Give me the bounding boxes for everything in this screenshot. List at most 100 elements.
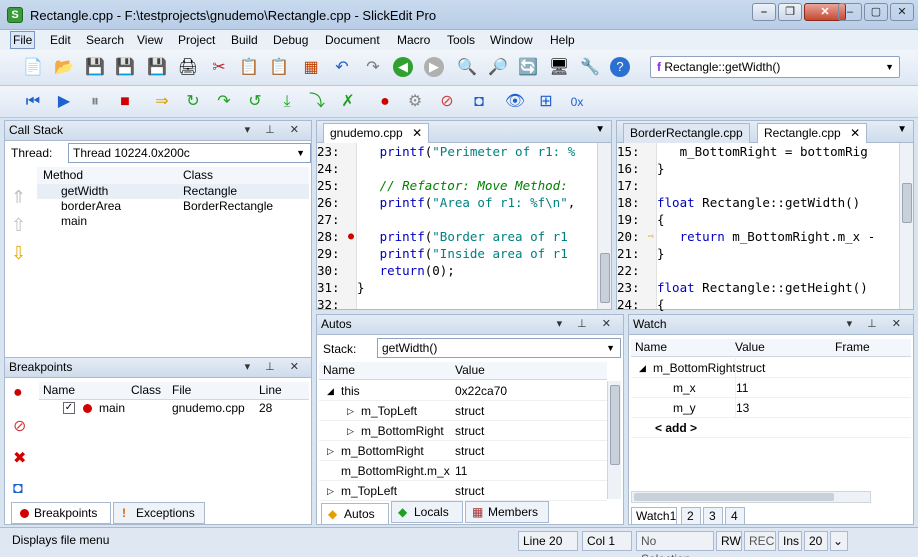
status-ins[interactable]: Ins xyxy=(778,531,802,551)
col-class[interactable]: Class xyxy=(183,167,213,184)
scrollbar-thumb[interactable] xyxy=(600,253,610,303)
breakpoint-row[interactable]: ✓ main gnudemo.cpp 28 xyxy=(39,400,309,416)
stack-row[interactable]: getWidth Rectangle xyxy=(37,184,309,199)
expanded-icon[interactable]: ◢ xyxy=(639,358,646,378)
code-line[interactable]: 30: return(0); xyxy=(317,262,597,279)
tab-watch3[interactable]: 3 xyxy=(703,507,723,525)
code-line[interactable]: 15: m_BottomRight = bottomRig xyxy=(617,143,899,160)
close-tab-icon[interactable]: ✕ xyxy=(412,126,422,140)
minimize-button[interactable]: ⎯ xyxy=(752,3,776,21)
clear-breakpoints-icon[interactable]: ✗ xyxy=(337,91,359,113)
tab-watch1[interactable]: Watch1 xyxy=(631,507,677,525)
watch-row[interactable]: m_y 13 xyxy=(631,398,911,418)
scrollbar-thumb[interactable] xyxy=(610,385,620,465)
find-in-files-icon[interactable]: 🔎 xyxy=(487,57,509,79)
menu-view[interactable]: View xyxy=(137,33,163,47)
menu-help[interactable]: Help xyxy=(550,33,575,47)
status-menu-icon[interactable]: ⌄ xyxy=(830,531,848,551)
add-watch-button[interactable]: < add > xyxy=(655,418,697,438)
chevron-down-icon[interactable]: ▼ xyxy=(595,124,605,135)
menu-build[interactable]: Build xyxy=(231,33,258,47)
tab-exceptions[interactable]: ! Exceptions xyxy=(113,502,205,524)
menu-macro[interactable]: Macro xyxy=(397,33,430,47)
autos-row[interactable]: ▷ m_TopLeft struct xyxy=(319,401,607,421)
menu-search[interactable]: Search xyxy=(86,33,124,47)
save-as-icon[interactable]: 💾 xyxy=(114,57,136,79)
doc-minimize-button[interactable]: – xyxy=(838,3,862,21)
expand-icon[interactable]: ▷ xyxy=(327,441,334,461)
col-value[interactable]: Value xyxy=(455,362,485,379)
menu-project[interactable]: Project xyxy=(178,33,215,47)
save-icon[interactable]: 💾 xyxy=(84,57,106,79)
up-stack-icon[interactable]: ⇧ xyxy=(11,215,31,243)
undo-icon[interactable]: ↶ xyxy=(331,57,353,79)
panel-controls[interactable]: ▾ ⊥ ✕ xyxy=(847,315,907,334)
view-eye-icon[interactable]: 👁 xyxy=(504,91,526,113)
breakpoint-list-icon[interactable]: ⊘ xyxy=(436,91,458,113)
help-icon[interactable]: ? xyxy=(610,57,630,77)
tab-locals[interactable]: ◆ Locals xyxy=(391,501,463,523)
disable-breakpoints-icon[interactable]: ⚙ xyxy=(404,91,426,113)
restore-button[interactable]: ❐ xyxy=(778,3,802,21)
col-class[interactable]: Class xyxy=(131,382,161,399)
menu-document[interactable]: Document xyxy=(325,33,380,47)
autos-row[interactable]: ◢ this 0x22ca70 xyxy=(319,381,607,401)
new-file-icon[interactable]: 📄 xyxy=(22,57,44,79)
show-next-statement-icon[interactable]: ⇒ xyxy=(151,91,173,113)
status-rec[interactable]: REC xyxy=(744,531,776,551)
panel-controls[interactable]: ▾ ⊥ ✕ xyxy=(245,358,305,377)
code-line[interactable]: 28: printf("Border area of r1 ● xyxy=(317,228,597,245)
code-line[interactable]: 23: float Rectangle::getHeight() xyxy=(617,279,899,296)
open-folder-icon[interactable]: 📂 xyxy=(53,57,75,79)
autos-scrollbar[interactable] xyxy=(607,381,621,499)
code-line[interactable]: 24: xyxy=(317,160,597,177)
forward-icon[interactable]: ▶ xyxy=(424,57,444,77)
watch-hscrollbar[interactable] xyxy=(631,491,871,503)
toggle-breakpoint-icon[interactable]: ● xyxy=(374,91,396,113)
copy-icon[interactable]: 📋 xyxy=(238,57,260,79)
watch-row[interactable]: < add > xyxy=(631,418,911,438)
status-col[interactable]: Col 1 xyxy=(582,531,632,551)
code-line[interactable]: 31:} xyxy=(317,279,597,296)
back-icon[interactable]: ◀ xyxy=(393,57,413,77)
autos-row[interactable]: m_BottomRight.m_x 11 xyxy=(319,461,607,481)
autos-row[interactable]: ▷ m_TopLeft struct xyxy=(319,481,607,501)
autos-row[interactable]: ▷ m_BottomRight struct xyxy=(319,441,607,461)
code-line[interactable]: 25: // Refactor: Move Method: xyxy=(317,177,597,194)
code-line[interactable]: 19: { xyxy=(617,211,899,228)
code-line[interactable]: 20: return m_BottomRight.m_x - ⇨ xyxy=(617,228,899,245)
continue-icon[interactable]: ▶ xyxy=(53,91,75,113)
col-frame[interactable]: Frame xyxy=(835,339,870,356)
tab-watch4[interactable]: 4 xyxy=(725,507,745,525)
step-instruction-icon[interactable]: ⤵ xyxy=(306,91,328,113)
step-out-icon[interactable]: ↺ xyxy=(244,91,266,113)
down-stack-icon[interactable]: ⇩ xyxy=(11,243,31,271)
step-into-icon[interactable]: ↻ xyxy=(182,91,204,113)
symbol-browser-icon[interactable]: 🖥 xyxy=(548,57,570,79)
code-line[interactable]: 17: xyxy=(617,177,899,194)
save-all-icon[interactable]: 💾 xyxy=(146,57,168,79)
menu-file[interactable]: File xyxy=(10,31,36,49)
code-line[interactable]: 22: xyxy=(617,262,899,279)
code-line[interactable]: 24: { xyxy=(617,296,899,313)
col-name[interactable]: Name xyxy=(635,339,667,356)
code-line[interactable]: 16:} xyxy=(617,160,899,177)
run-to-cursor-icon[interactable]: ⤓ xyxy=(276,91,298,113)
col-method[interactable]: Method xyxy=(43,167,83,184)
close-tab-icon[interactable]: ✕ xyxy=(850,126,860,140)
panel-controls[interactable]: ▾ ⊥ ✕ xyxy=(245,121,305,140)
tools-icon[interactable]: 🔧 xyxy=(579,57,601,79)
panel-controls[interactable]: ▾ ⊥ ✕ xyxy=(557,315,617,334)
scrollbar-thumb[interactable] xyxy=(634,493,834,501)
code-line[interactable]: 23: printf("Perimeter of r1: % xyxy=(317,143,597,160)
col-file[interactable]: File xyxy=(172,382,191,399)
tab-gnudemo[interactable]: gnudemo.cpp ✕ xyxy=(323,123,430,143)
redo-icon[interactable]: ↷ xyxy=(362,57,384,79)
status-rw[interactable]: RW xyxy=(716,531,742,551)
expand-icon[interactable]: ▷ xyxy=(347,421,354,441)
menu-edit[interactable]: Edit xyxy=(50,33,71,47)
function-combo[interactable]: f Rectangle::getWidth() ▼ xyxy=(650,56,900,78)
doc-restore-button[interactable]: ▢ xyxy=(864,3,888,21)
select-block-icon[interactable]: ▦ xyxy=(300,57,322,79)
tab-watch2[interactable]: 2 xyxy=(681,507,701,525)
